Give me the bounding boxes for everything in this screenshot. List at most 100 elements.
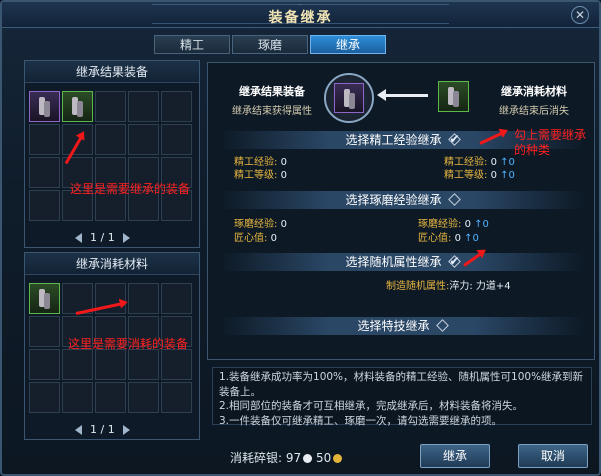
material-item-slot[interactable] xyxy=(438,81,469,112)
polish-checkbox[interactable] xyxy=(447,193,461,206)
material-slot-17[interactable] xyxy=(62,382,93,413)
silver-value: 97 xyxy=(285,451,302,465)
stat-new-value: 0 xyxy=(482,219,489,230)
material-slot-11[interactable] xyxy=(29,349,60,380)
description-line-2: 2.相同部位的装备才可互相继承，完成继承后，材料装备将消失。 xyxy=(219,400,524,412)
polish-left-craft: 匠心值: 0 xyxy=(234,229,277,244)
tab-bar: 精工 琢磨 继承 xyxy=(154,35,386,54)
result-slot-6[interactable] xyxy=(29,124,60,155)
material-slot-4[interactable] xyxy=(128,283,159,314)
stat-value: 0 xyxy=(270,233,277,244)
silver-coin-icon xyxy=(303,454,313,463)
annotation-check-note-2: 的种类 xyxy=(514,143,551,157)
refine-right-level: 精工等级: 0 ↑0 xyxy=(444,166,515,181)
random-section-header[interactable]: 选择随机属性继承 xyxy=(220,253,584,271)
result-slot-3[interactable] xyxy=(95,91,126,122)
material-slot-1[interactable] xyxy=(29,283,60,314)
result-slot-16[interactable] xyxy=(29,190,60,221)
result-slot-5[interactable] xyxy=(161,91,192,122)
result-slot-10[interactable] xyxy=(161,124,192,155)
result-slot-2[interactable] xyxy=(62,91,93,122)
stat-value: 0 xyxy=(454,233,461,244)
material-slot-12[interactable] xyxy=(62,349,93,380)
random-attr-label: 制造随机属性: xyxy=(386,281,450,292)
material-slot-5[interactable] xyxy=(161,283,192,314)
material-slot-18[interactable] xyxy=(95,382,126,413)
consume-sublabel: 继承结束后消失 xyxy=(499,106,569,117)
stat-value: 0 xyxy=(490,170,497,181)
description-line-3: 3.一件装备仅可继承精工、琢磨一次，请勾选需要继承的项。 xyxy=(219,414,503,427)
next-page-icon[interactable] xyxy=(122,424,130,435)
prev-page-icon[interactable] xyxy=(75,232,82,243)
boot-icon xyxy=(39,289,51,309)
prev-page-icon[interactable] xyxy=(75,424,82,435)
polish-section-header[interactable]: 选择琢磨经验继承 xyxy=(220,191,584,209)
polish-left-exp: 琢磨经验: 0 xyxy=(234,215,287,230)
result-label-block: 继承结果装备 继承结束获得属性 xyxy=(222,83,322,117)
stat-new-value: 0 xyxy=(472,233,479,244)
material-slot-6[interactable] xyxy=(29,316,60,347)
window-title: 装备继承 xyxy=(268,10,333,26)
stat-new-value: 0 xyxy=(508,170,515,181)
polish-right-craft: 匠心值: 0 ↑0 xyxy=(418,229,479,244)
annotation-result-note: 这里是需要继承的装备 xyxy=(70,182,191,196)
next-page-icon[interactable] xyxy=(122,232,130,243)
random-attr-value: 淬力: 力道+4 xyxy=(449,281,511,292)
stat-label: 精工等级: xyxy=(234,170,278,181)
consume-label-block: 继承消耗材料 继承结束后消失 xyxy=(484,83,584,117)
result-item-slot[interactable] xyxy=(334,83,364,113)
random-checkbox[interactable] xyxy=(447,255,461,268)
polish-section-title: 选择琢磨经验继承 xyxy=(345,193,442,207)
result-pager: 1 / 1 xyxy=(75,231,130,244)
material-slot-20[interactable] xyxy=(161,382,192,413)
special-section-title: 选择特技继承 xyxy=(357,319,430,333)
boot-icon xyxy=(72,97,84,117)
material-pager: 1 / 1 xyxy=(75,423,130,436)
boot-icon xyxy=(39,97,51,117)
cost-display: 消耗碎银: 97 50 xyxy=(230,449,343,466)
result-page-number: 1 / 1 xyxy=(90,231,115,244)
material-slot-13[interactable] xyxy=(95,349,126,380)
random-section-title: 选择随机属性继承 xyxy=(345,255,442,269)
tab-polish[interactable]: 琢磨 xyxy=(232,35,308,54)
gold-coin-icon xyxy=(333,454,343,463)
consume-label: 继承消耗材料 xyxy=(501,85,567,98)
material-slot-16[interactable] xyxy=(29,382,60,413)
result-slot-9[interactable] xyxy=(128,124,159,155)
result-slot-11[interactable] xyxy=(29,157,60,188)
polish-right-exp: 琢磨经验: 0 ↑0 xyxy=(418,215,489,230)
inherit-direction-arrow-icon xyxy=(377,89,428,101)
result-slot-4[interactable] xyxy=(128,91,159,122)
result-equipment-panel: 继承结果装备 1 / 1 xyxy=(24,60,200,248)
inherit-detail-panel: 继承结果装备 继承结束获得属性 继承消耗材料 继承结束后消失 选择精工经验继承 … xyxy=(207,62,595,360)
tab-inherit[interactable]: 继承 xyxy=(310,35,386,54)
refine-left-level: 精工等级: 0 xyxy=(234,166,287,181)
material-slot-19[interactable] xyxy=(128,382,159,413)
cancel-button[interactable]: 取消 xyxy=(518,444,588,468)
refine-section-title: 选择精工经验继承 xyxy=(345,133,442,147)
result-panel-title: 继承结果装备 xyxy=(25,61,199,83)
stat-label: 精工等级: xyxy=(444,170,488,181)
result-sublabel: 继承结束获得属性 xyxy=(232,106,312,117)
cost-label: 消耗碎银: xyxy=(230,451,283,465)
close-button[interactable]: ✕ xyxy=(571,6,589,24)
inherit-button[interactable]: 继承 xyxy=(420,444,490,468)
inherit-window: 装备继承 ✕ 精工 琢磨 继承 继承结果装备 1 / 1 继承消耗材料 1 / … xyxy=(0,0,601,476)
result-slot-8[interactable] xyxy=(95,124,126,155)
result-label: 继承结果装备 xyxy=(239,85,305,98)
material-slot-15[interactable] xyxy=(161,349,192,380)
random-attr-row: 制造随机属性:淬力: 力道+4 xyxy=(386,277,511,292)
material-slot-14[interactable] xyxy=(128,349,159,380)
title-bar: 装备继承 ✕ xyxy=(2,2,599,28)
inherit-preview: 继承结果装备 继承结束获得属性 继承消耗材料 继承结束后消失 xyxy=(216,69,588,125)
special-checkbox[interactable] xyxy=(435,319,449,332)
inherit-description: 1.装备继承成功率为100%，材料装备的精工经验、随机属性可100%继承到新装备… xyxy=(212,367,592,427)
material-panel-title: 继承消耗材料 xyxy=(25,253,199,275)
special-section-header[interactable]: 选择特技继承 xyxy=(220,317,584,335)
stat-label: 匠心值: xyxy=(418,233,452,244)
annotation-material-note: 这里是需要消耗的装备 xyxy=(68,337,189,351)
tab-refine[interactable]: 精工 xyxy=(154,35,230,54)
refine-checkbox[interactable] xyxy=(447,133,461,146)
result-slot-1[interactable] xyxy=(29,91,60,122)
boot-icon xyxy=(344,89,356,109)
